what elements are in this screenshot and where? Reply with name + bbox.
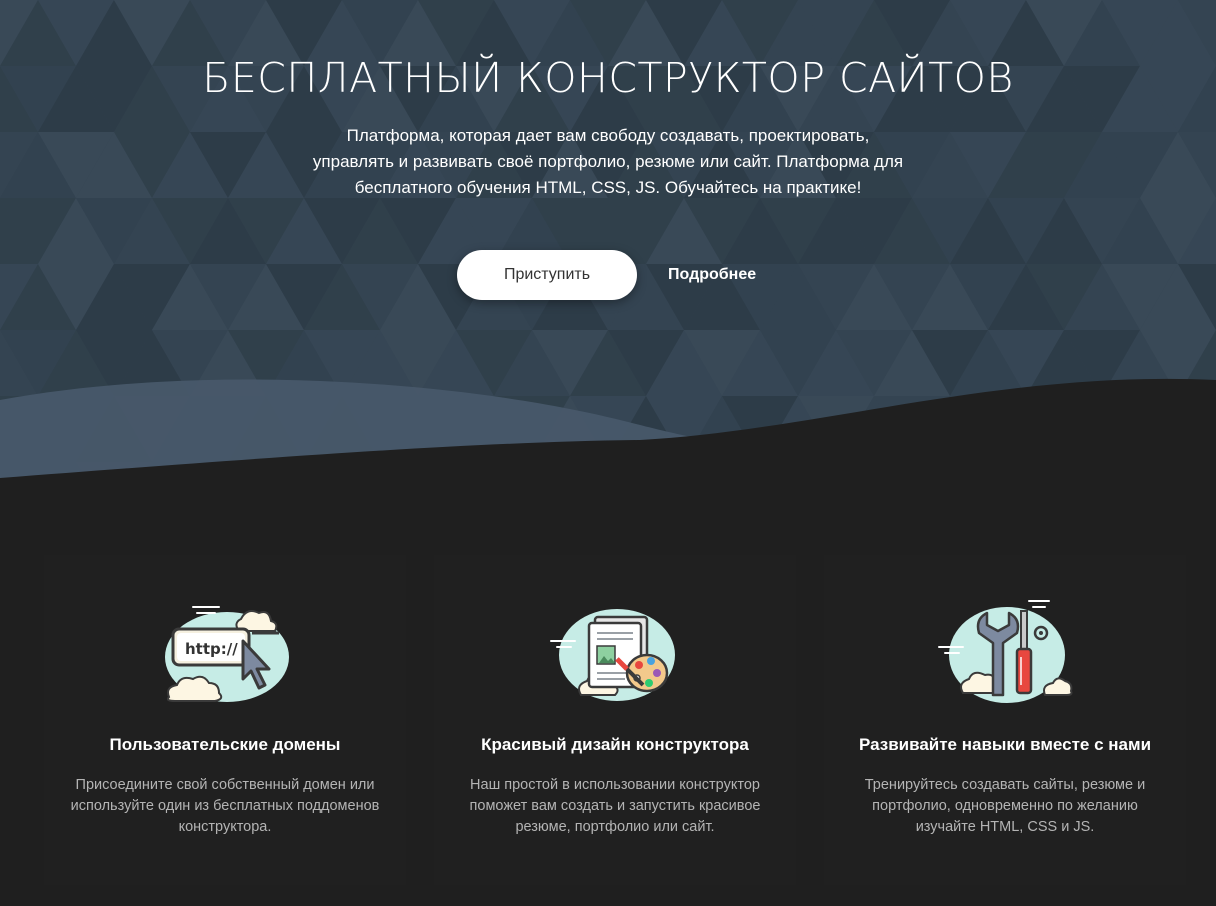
feature-card-skills: Развивайте навыки вместе с нами Тренируй… [824,555,1186,885]
feature-text: Тренируйтесь создавать сайты, резюме и п… [864,777,1146,835]
feature-title: Красивый дизайн конструктора [481,735,749,754]
url-text: http:// [185,640,238,658]
design-palette-icon [550,609,675,701]
wrench-screwdriver-icon [938,600,1073,703]
hero-subtitle: Платформа, которая дает вам свободу созд… [312,126,904,197]
feature-text: Наш простой в использовании конструктор … [469,777,761,835]
feature-card-domains: http:// Пользовательские домены Присоеди… [44,555,406,885]
feature-title: Пользовательские домены [109,735,341,754]
feature-title: Развивайте навыки вместе с нами [858,735,1152,754]
start-button[interactable]: Приступить [457,250,637,300]
browser-url-cursor-icon: http:// [165,606,289,702]
feature-text: Присоедините свой собственный домен или … [70,777,380,835]
feature-card-design: Красивый дизайн конструктора Наш простой… [434,555,796,885]
features-section: http:// Пользовательские домены Присоеди… [44,555,1186,895]
more-link[interactable]: Подробнее [668,266,756,284]
hero-title: БЕСПЛАТНЫЙ КОНСТРУКТОР САЙТОВ [202,54,1014,102]
wave-divider [0,378,1216,510]
